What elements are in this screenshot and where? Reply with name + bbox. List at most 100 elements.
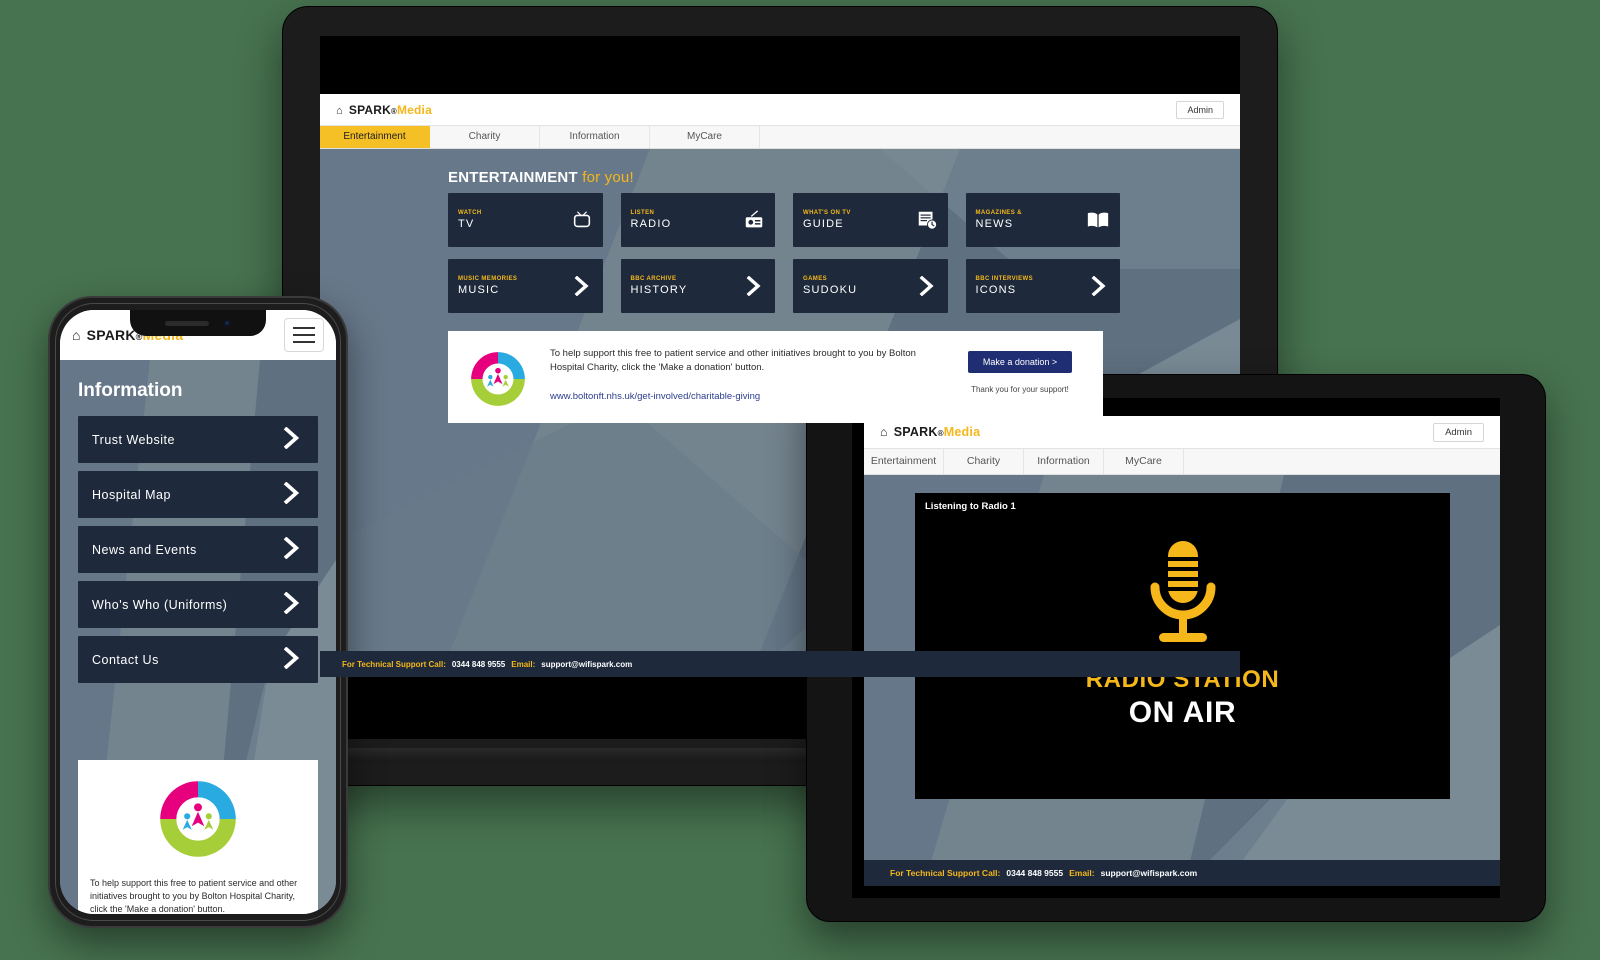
tab-information[interactable]: Information — [1024, 449, 1104, 474]
phone-menu-list: Trust Website Hospital Map News and Even… — [78, 416, 318, 691]
tile-label: SUDOKU — [803, 284, 858, 296]
front-camera — [223, 319, 231, 327]
chevron-right-icon — [282, 537, 304, 562]
phone-page-title: Information — [78, 380, 183, 401]
list-item-label: Hospital Map — [92, 487, 171, 502]
support-label: For Technical Support Call: — [342, 659, 446, 669]
brand-logo[interactable]: ⌂ SPARK ® Media — [336, 103, 432, 117]
admin-button[interactable]: Admin — [1433, 422, 1484, 442]
tile-row-2: MUSIC MEMORIES MUSIC BBC ARCHIVE HISTORY — [448, 259, 1120, 313]
laptop-tab-bar: Entertainment Charity Information MyCare — [320, 126, 1240, 149]
tile-kicker: MUSIC MEMORIES — [458, 276, 518, 282]
tab-mycare[interactable]: MyCare — [650, 126, 760, 148]
tile-whats-on-tv-guide[interactable]: WHAT'S ON TV GUIDE — [793, 193, 948, 247]
better-care-together-logo — [466, 347, 530, 411]
brand-suffix: Media — [396, 102, 432, 117]
radio-icon — [743, 209, 765, 231]
laptop-donation-text: To help support this free to patient ser… — [550, 347, 955, 402]
tile-kicker: LISTEN — [630, 210, 655, 216]
book-icon — [1086, 210, 1110, 230]
list-item-trust-website[interactable]: Trust Website — [78, 416, 318, 463]
tile-kicker: GAMES — [803, 276, 828, 282]
tab-charity[interactable]: Charity — [430, 126, 540, 148]
composite-device-mockup: ⌂ SPARK ® Media Admin Entertainment Char… — [0, 0, 1600, 960]
tablet-tab-bar: Entertainment Charity Information MyCare — [864, 449, 1500, 475]
brand-logo[interactable]: ⌂ SPARK ® Media — [880, 425, 980, 439]
tile-label: ICONS — [975, 284, 1017, 296]
speaker-grille — [165, 320, 209, 326]
home-icon: ⌂ — [336, 104, 343, 117]
chevron-right-icon — [918, 276, 938, 296]
tab-information[interactable]: Information — [540, 126, 650, 148]
tab-entertainment[interactable]: Entertainment — [864, 449, 944, 474]
tab-mycare[interactable]: MyCare — [1104, 449, 1184, 474]
tile-watch-tv[interactable]: WATCH TV — [448, 193, 603, 247]
page-title-bold: ENTERTAINMENT — [448, 169, 578, 186]
better-care-together-logo — [153, 774, 243, 864]
phone-screen: ⌂ SPARK ® Media — [60, 310, 336, 914]
tile-kicker: BBC ARCHIVE — [630, 276, 677, 282]
chevron-right-icon — [282, 482, 304, 507]
list-item-contact-us[interactable]: Contact Us — [78, 636, 318, 683]
brand-name: SPARK — [893, 425, 938, 439]
chevron-right-icon — [282, 647, 304, 672]
tablet-footer: For Technical Support Call: 0344 848 955… — [864, 860, 1500, 886]
list-item-label: Trust Website — [92, 432, 175, 447]
brand-name: SPARK — [86, 327, 136, 343]
tile-bbc-interviews-icons[interactable]: BBC INTERVIEWS ICONS — [965, 259, 1120, 313]
laptop-footer: For Technical Support Call: 0344 848 955… — [320, 651, 1240, 677]
brand-name: SPARK — [348, 102, 391, 117]
laptop-donation-panel: To help support this free to patient ser… — [448, 331, 1103, 423]
home-icon: ⌂ — [72, 327, 81, 343]
laptop-donation-actions: Make a donation > Thank you for your sup… — [955, 347, 1085, 394]
tile-games-sudoku[interactable]: GAMES SUDOKU — [793, 259, 948, 313]
phone-notch — [130, 310, 266, 336]
tab-entertainment[interactable]: Entertainment — [320, 126, 430, 148]
hamburger-menu-icon[interactable] — [284, 318, 324, 352]
tile-music-memories[interactable]: MUSIC MEMORIES MUSIC — [448, 259, 603, 313]
tablet-screen: ⌂ SPARK ® Media Admin Entertainment Char… — [852, 398, 1500, 898]
tile-magazines-news[interactable]: MAGAZINES & NEWS — [965, 193, 1120, 247]
email-label: Email: — [1069, 868, 1095, 878]
support-email: support@wifispark.com — [1100, 868, 1198, 878]
laptop-tile-grid: WATCH TV LISTEN RADIO WHAT'S ON TV GUIDE… — [448, 193, 1120, 325]
support-phone: 0344 848 9555 — [451, 659, 506, 669]
list-item-label: Who's Who (Uniforms) — [92, 597, 228, 612]
list-item-label: News and Events — [92, 542, 197, 557]
laptop-header: ⌂ SPARK ® Media Admin — [320, 94, 1240, 126]
tablet-header: ⌂ SPARK ® Media Admin — [864, 416, 1500, 449]
list-item-hospital-map[interactable]: Hospital Map — [78, 471, 318, 518]
tile-row-1: WATCH TV LISTEN RADIO WHAT'S ON TV GUIDE… — [448, 193, 1120, 247]
chevron-right-icon — [1090, 276, 1110, 296]
phone-device: ⌂ SPARK ® Media — [48, 296, 348, 928]
tile-label: HISTORY — [630, 284, 688, 296]
tab-charity[interactable]: Charity — [944, 449, 1024, 474]
tv-guide-icon — [916, 209, 938, 231]
tile-label: RADIO — [630, 218, 672, 230]
support-phone: 0344 848 9555 — [1006, 868, 1064, 878]
chevron-right-icon — [745, 276, 765, 296]
donation-link[interactable]: www.boltonft.nhs.uk/get-involved/charita… — [550, 391, 955, 402]
make-a-donation-button[interactable]: Make a donation > — [968, 351, 1072, 373]
chevron-right-icon — [573, 276, 593, 296]
radio-player: Listening to Radio 1 RADIO STATION ON AI… — [915, 493, 1450, 799]
list-item-label: Contact Us — [92, 652, 159, 667]
home-icon: ⌂ — [880, 425, 888, 439]
donation-thanks: Thank you for your support! — [971, 385, 1069, 394]
tile-bbc-archive-history[interactable]: BBC ARCHIVE HISTORY — [620, 259, 775, 313]
support-label: For Technical Support Call: — [890, 868, 1001, 878]
tile-label: NEWS — [975, 218, 1014, 230]
page-title-light: for you! — [582, 169, 634, 186]
list-item-whos-who-uniforms[interactable]: Who's Who (Uniforms) — [78, 581, 318, 628]
tablet-content: Listening to Radio 1 RADIO STATION ON AI… — [864, 475, 1500, 886]
chevron-right-icon — [282, 427, 304, 452]
tablet-device: ⌂ SPARK ® Media Admin Entertainment Char… — [806, 374, 1546, 922]
email-label: Email: — [511, 659, 536, 669]
tile-kicker: WHAT'S ON TV — [803, 210, 851, 216]
list-item-news-and-events[interactable]: News and Events — [78, 526, 318, 573]
tile-listen-radio[interactable]: LISTEN RADIO — [620, 193, 775, 247]
tile-kicker: MAGAZINES & — [975, 210, 1022, 216]
admin-button[interactable]: Admin — [1176, 100, 1224, 119]
tile-label: TV — [458, 218, 475, 230]
phone-donation-card: To help support this free to patient ser… — [78, 760, 318, 914]
